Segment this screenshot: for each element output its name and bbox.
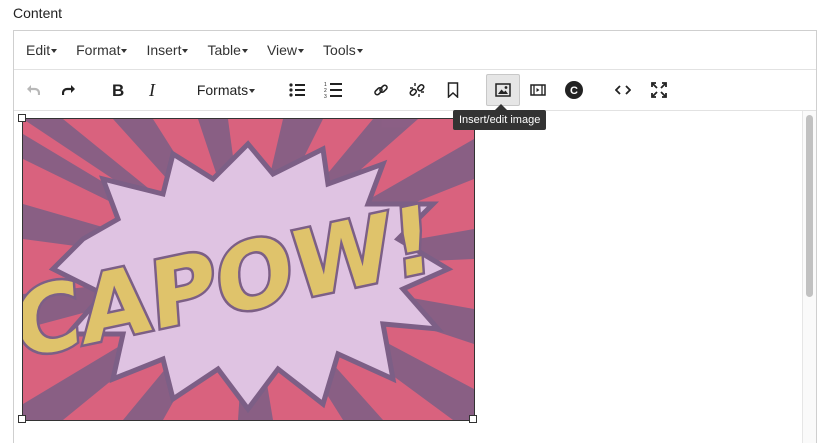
caret-down-icon <box>241 48 248 53</box>
insert-media-button[interactable] <box>527 74 549 106</box>
bookmark-button[interactable] <box>442 74 464 106</box>
menu-format[interactable]: Format <box>70 35 133 65</box>
menu-insert-label: Insert <box>146 42 182 58</box>
insert-image-tooltip: Insert/edit image <box>453 110 547 130</box>
caret-down-icon <box>121 48 128 53</box>
source-code-button[interactable] <box>612 74 634 106</box>
unlink-button[interactable] <box>406 74 428 106</box>
menu-insert[interactable]: Insert <box>140 35 194 65</box>
menu-table[interactable]: Table <box>201 35 253 65</box>
menu-view-label: View <box>266 42 298 58</box>
special-character-button[interactable]: C <box>563 74 585 106</box>
caret-down-icon <box>249 88 256 93</box>
menu-table-label: Table <box>207 42 241 58</box>
formats-label: Formats <box>196 82 249 98</box>
resize-handle-top-left[interactable] <box>18 114 26 122</box>
svg-text:B: B <box>112 82 124 98</box>
caret-down-icon <box>51 48 58 53</box>
menu-edit[interactable]: Edit <box>20 35 63 65</box>
menubar: Edit Format Insert Table View Tools <box>14 31 816 70</box>
media-icon <box>530 84 546 96</box>
copyright-icon: C <box>565 81 583 99</box>
editor-content-area[interactable]: CAPOW! <box>8 111 816 443</box>
content-field-label: Content <box>13 5 63 21</box>
fullscreen-button[interactable] <box>648 74 670 106</box>
italic-button[interactable]: I <box>143 74 165 106</box>
scrollbar-thumb[interactable] <box>806 115 813 297</box>
redo-icon <box>62 85 75 95</box>
menu-tools-label: Tools <box>323 42 356 58</box>
bullet-list-icon <box>289 83 305 97</box>
caret-down-icon <box>298 48 305 53</box>
link-icon <box>374 84 388 96</box>
toolbar: B I Formats 123 C <box>14 70 816 111</box>
capow-comic-image: CAPOW! <box>8 119 474 420</box>
menu-edit-label: Edit <box>26 42 51 58</box>
rich-text-editor: Edit Format Insert Table View Tools B I … <box>8 30 817 443</box>
bold-icon: B <box>112 82 124 98</box>
fullscreen-icon <box>651 82 667 98</box>
undo-button[interactable] <box>22 74 44 106</box>
italic-icon: I <box>148 82 156 98</box>
resize-handle-bottom-right[interactable] <box>469 415 477 423</box>
vertical-scrollbar[interactable] <box>802 111 816 443</box>
link-button[interactable] <box>370 74 392 106</box>
caret-down-icon <box>182 48 189 53</box>
resize-handle-bottom-left[interactable] <box>18 415 26 423</box>
menu-format-label: Format <box>76 42 121 58</box>
caret-down-icon <box>356 48 363 53</box>
svg-text:C: C <box>570 85 578 97</box>
menu-view[interactable]: View <box>261 35 310 65</box>
numbered-list-button[interactable]: 123 <box>322 74 344 106</box>
formats-dropdown[interactable]: Formats <box>194 74 258 106</box>
redo-button[interactable] <box>58 74 80 106</box>
bullet-list-button[interactable] <box>286 74 308 106</box>
image-icon <box>495 83 511 97</box>
bold-button[interactable]: B <box>107 74 129 106</box>
numbered-list-icon: 123 <box>324 82 342 99</box>
svg-text:3: 3 <box>324 94 327 99</box>
unlink-icon <box>409 83 425 97</box>
insert-image-button[interactable] <box>486 74 520 106</box>
menu-tools[interactable]: Tools <box>317 35 369 65</box>
bookmark-icon <box>447 82 459 98</box>
code-icon <box>615 85 631 95</box>
selected-image[interactable]: CAPOW! <box>8 114 477 423</box>
undo-icon <box>27 85 40 95</box>
svg-text:I: I <box>148 82 156 98</box>
